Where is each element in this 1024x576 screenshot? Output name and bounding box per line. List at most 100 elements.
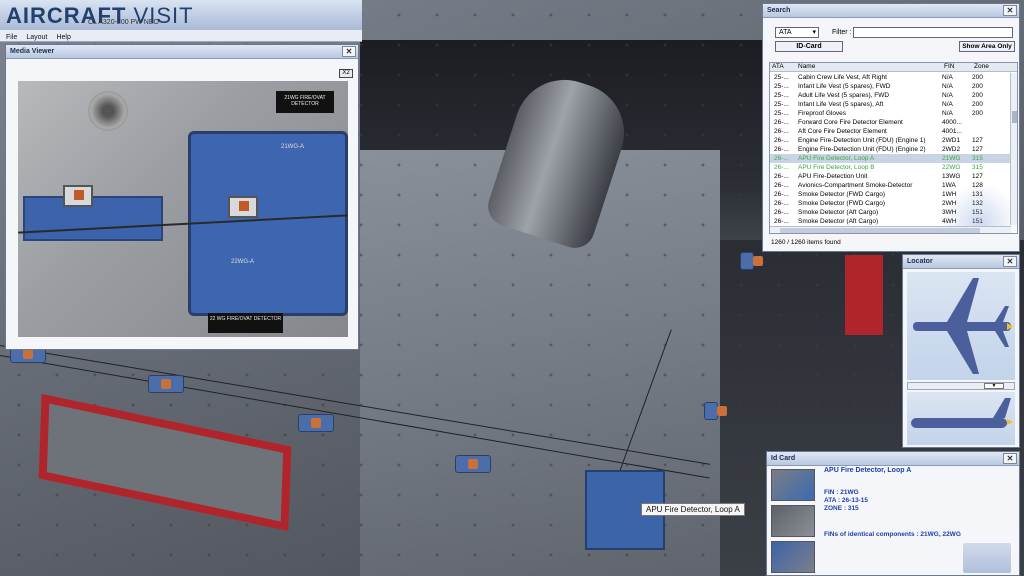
component-name: APU Fire Detector, Loop A	[824, 467, 912, 474]
id-card-title[interactable]: Id Card ✕	[767, 452, 1019, 466]
thumbnail-strip	[771, 469, 817, 576]
table-cell: N/A	[942, 101, 953, 108]
table-row[interactable]: 25-... Infant Life Vest (5 spares), FWD N/…	[770, 82, 1011, 91]
table-cell	[972, 118, 1006, 127]
table-cell: 3WH	[942, 209, 957, 216]
scroll-thumb[interactable]	[1012, 111, 1017, 123]
table-row[interactable]: 26-... Smoke Detector (Aft Cargo) 4WH 151	[770, 217, 1011, 226]
table-body: 25-... Cabin Crew Life Vest, Aft Right N/A…	[770, 73, 1011, 225]
table-cell: 1WH	[942, 191, 957, 198]
wire-clip[interactable]	[298, 414, 334, 432]
close-icon[interactable]: ✕	[1003, 5, 1017, 16]
photo-label-top: 21WG FIRE/OVAT DETECTOR	[276, 91, 334, 113]
red-bracket[interactable]	[845, 255, 883, 335]
table-row[interactable]: 26-... Smoke Detector (FWD Cargo) 1WH 131	[770, 190, 1011, 199]
table-row[interactable]: 25-... Infant Life Vest (5 spares), Aft N/…	[770, 100, 1011, 109]
table-row[interactable]: 26-... Smoke Detector (FWD Cargo) 2WH 132	[770, 199, 1011, 208]
table-cell: 22WG	[942, 164, 961, 171]
locator-top-view[interactable]	[907, 272, 1015, 380]
media-viewer-window: Media Viewer ✕ X2 21WG-A 22WG-A 21WG FIR…	[5, 44, 359, 350]
menu-file[interactable]: File	[6, 34, 17, 41]
close-icon[interactable]: ✕	[342, 46, 356, 57]
table-cell: Aft Core Fire Detector Element	[798, 128, 887, 135]
table-cell: Smoke Detector (FWD Cargo)	[798, 191, 886, 198]
wire-clip[interactable]	[455, 455, 491, 473]
wire-clip[interactable]	[148, 375, 184, 393]
table-row[interactable]: 25-... Adult Life Vest (5 spares), FWD N/A…	[770, 91, 1011, 100]
photo-connector	[88, 91, 128, 131]
table-cell: 200	[972, 101, 983, 108]
thumbnail-image[interactable]	[771, 469, 815, 501]
table-row[interactable]: 26-... APU Fire Detector, Loop B 22WG 315	[770, 163, 1011, 172]
table-cell: 127	[972, 146, 983, 153]
scroll-thumb[interactable]	[780, 228, 980, 233]
fin-value: FIN : 21WG	[824, 489, 859, 496]
table-cell: 26-...	[774, 119, 789, 126]
filter-input[interactable]	[853, 27, 1013, 38]
column-name[interactable]: Name	[796, 63, 942, 71]
column-fin[interactable]: FIN	[942, 63, 972, 71]
results-table: ATA Name FIN Zone 25-... Cabin Crew Life …	[769, 62, 1018, 234]
table-row[interactable]: 26-... APU Fire Detector, Loop A 21WG 315	[770, 154, 1011, 163]
close-icon[interactable]: ✕	[1003, 256, 1017, 267]
show-area-only-button[interactable]: Show Area Only	[959, 41, 1015, 52]
table-cell: 128	[972, 182, 983, 189]
table-cell: APU Fire-Detection Unit	[798, 173, 868, 180]
column-zone[interactable]: Zone	[972, 63, 1006, 71]
menu-help[interactable]: Help	[56, 34, 70, 41]
table-cell: Avionics-Compartment Smoke-Detector	[798, 182, 913, 189]
table-cell: 26-...	[774, 146, 789, 153]
horizontal-scrollbar[interactable]	[770, 226, 1011, 233]
table-row[interactable]: 26-... Aft Core Fire Detector Element 4001…	[770, 127, 1011, 136]
close-icon[interactable]: ✕	[1003, 453, 1017, 464]
photo-label-bottom: 22 WG FIRE/OVAT DETECTOR	[208, 313, 283, 333]
table-cell: 2WD2	[942, 146, 961, 153]
table-row[interactable]: 26-... Engine Fire-Detection Unit (FDU) (…	[770, 145, 1011, 154]
table-cell: 26-...	[774, 191, 789, 198]
thumbnail-image[interactable]	[771, 541, 815, 573]
table-cell: 26-...	[774, 128, 789, 135]
table-cell: 26-...	[774, 155, 789, 162]
table-cell: 127	[972, 137, 983, 144]
identical-components: FINs of identical components : 21WG, 22W…	[824, 531, 961, 538]
thumbnail-image[interactable]	[771, 505, 815, 537]
table-cell: 151	[972, 218, 983, 225]
table-row[interactable]: 26-... Engine Fire-Detection Unit (FDU) (…	[770, 136, 1011, 145]
table-cell: Infant Life Vest (5 spares), FWD	[798, 83, 891, 90]
zone-value: ZONE : 315	[824, 505, 859, 512]
table-cell: 1WA	[942, 182, 956, 189]
table-cell: 200	[972, 83, 983, 90]
id-card-button[interactable]: ID-Card	[775, 41, 843, 52]
locator-title[interactable]: Locator ✕	[903, 255, 1019, 269]
table-cell: 25-...	[774, 110, 789, 117]
table-cell: 132	[972, 200, 983, 207]
wire-clip[interactable]	[704, 402, 727, 420]
column-ata[interactable]: ATA	[770, 63, 796, 71]
zoom-x2-button[interactable]: X2	[339, 69, 353, 78]
table-cell: 25-...	[774, 83, 789, 90]
slider-thumb[interactable]: ▼	[984, 383, 1004, 389]
table-row[interactable]: 26-... Forward Core Fire Detector Element…	[770, 118, 1011, 127]
component-photo[interactable]: 21WG-A 22WG-A 21WG FIRE/OVAT DETECTOR 22…	[18, 81, 348, 337]
table-row[interactable]: 26-... APU Fire-Detection Unit 13WG 127	[770, 172, 1011, 181]
plate-label-2: 22WG-A	[231, 259, 255, 265]
table-row[interactable]: 25-... Cabin Crew Life Vest, Aft Right N/A…	[770, 73, 1011, 82]
table-row[interactable]: 26-... Smoke Detector (Aft Cargo) 3WH 151	[770, 208, 1011, 217]
table-cell: Adult Life Vest (5 spares), FWD	[798, 92, 890, 99]
table-cell: 127	[972, 173, 983, 180]
table-cell: 4WH	[942, 218, 957, 225]
locator-side-view[interactable]	[907, 392, 1015, 445]
vertical-scrollbar[interactable]	[1010, 73, 1017, 225]
menu-layout[interactable]: Layout	[26, 34, 47, 41]
table-row[interactable]: 25-... Fireproof Gloves N/A 200	[770, 109, 1011, 118]
table-cell: 26-...	[774, 164, 789, 171]
locator-slider[interactable]: ▼	[907, 382, 1015, 390]
search-title[interactable]: Search ✕	[763, 4, 1019, 18]
table-cell: 26-...	[774, 173, 789, 180]
table-cell: 25-...	[774, 74, 789, 81]
plate-label-1: 21WG-A	[281, 144, 305, 150]
media-viewer-title[interactable]: Media Viewer ✕	[6, 45, 358, 59]
table-row[interactable]: 26-... Avionics-Compartment Smoke-Detecto…	[770, 181, 1011, 190]
search-type-select[interactable]: ATA	[775, 27, 819, 38]
wire-clip[interactable]	[740, 252, 763, 270]
